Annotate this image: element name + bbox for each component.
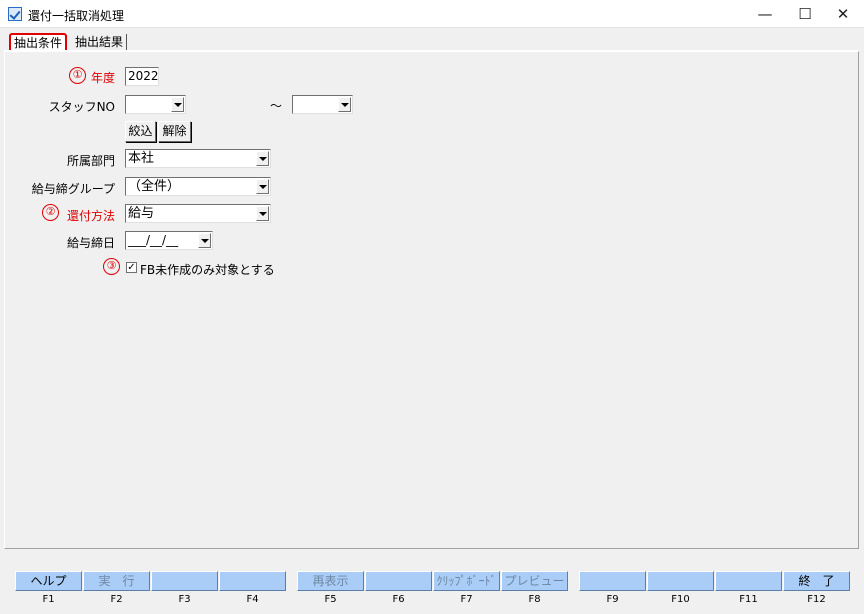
f1-key-label: F1 — [42, 594, 55, 605]
f7-clipboard-button[interactable]: ｸﾘｯﾌﾟﾎﾞｰﾄﾞ — [433, 571, 500, 591]
narrow-button[interactable]: 絞込 — [125, 121, 156, 142]
fb-only-label: FB未作成のみ対象とする — [140, 263, 275, 277]
refund-method-select[interactable]: 給与 — [125, 204, 271, 223]
f12-exit-button[interactable]: 終 了 — [783, 571, 850, 591]
close-button[interactable]: ✕ — [822, 0, 864, 28]
department-select[interactable]: 本社 — [125, 149, 271, 168]
f1-help-button[interactable]: ヘルプ — [15, 571, 82, 591]
staff-no-from-select[interactable] — [125, 95, 186, 114]
payroll-group-label: 給与締グループ — [31, 182, 115, 196]
marker-1: ① — [69, 67, 86, 84]
f5-refresh-button[interactable]: 再表示 — [297, 571, 364, 591]
tab-label: 抽出結果 — [75, 35, 124, 49]
f11-key-label: F11 — [739, 594, 758, 605]
chevron-down-icon[interactable] — [198, 233, 211, 248]
f10-button[interactable] — [647, 571, 714, 591]
maximize-button[interactable]: ☐ — [784, 0, 826, 28]
year-label: 年度 — [90, 71, 115, 85]
payroll-group-value: （全件） — [128, 179, 181, 194]
title-bar: 還付一括取消処理 — ☐ ✕ — [0, 0, 864, 28]
marker-3: ③ — [103, 258, 120, 275]
fb-only-checkbox[interactable]: ✓ — [126, 262, 137, 273]
f9-button[interactable] — [579, 571, 646, 591]
closing-date-picker[interactable]: ___/__/__ — [125, 231, 213, 250]
chevron-down-icon[interactable] — [171, 97, 184, 112]
minimize-button[interactable]: — — [744, 0, 786, 28]
clear-filter-button[interactable]: 解除 — [158, 121, 191, 142]
year-input[interactable]: 2022 — [125, 67, 159, 86]
tab-label: 抽出条件 — [14, 36, 63, 51]
f4-button[interactable] — [219, 571, 286, 591]
f5-key-label: F5 — [324, 594, 337, 605]
payroll-group-select[interactable]: （全件） — [125, 177, 271, 196]
f4-key-label: F4 — [246, 594, 259, 605]
chevron-down-icon[interactable] — [256, 179, 269, 194]
f7-key-label: F7 — [460, 594, 473, 605]
f11-button[interactable] — [715, 571, 782, 591]
refund-method-label: 還付方法 — [66, 209, 115, 223]
staff-no-to-select[interactable] — [292, 95, 353, 114]
f3-button[interactable] — [151, 571, 218, 591]
marker-2: ② — [42, 204, 59, 221]
f9-key-label: F9 — [606, 594, 619, 605]
department-value: 本社 — [128, 151, 155, 166]
f6-button[interactable] — [365, 571, 432, 591]
f10-key-label: F10 — [671, 594, 690, 605]
f2-key-label: F2 — [110, 594, 123, 605]
closing-date-value: ___/__/__ — [128, 233, 179, 247]
f8-preview-button[interactable]: プレビュー — [501, 571, 568, 591]
f3-key-label: F3 — [178, 594, 191, 605]
app-icon — [8, 7, 22, 21]
f8-key-label: F8 — [528, 594, 541, 605]
window-title: 還付一括取消処理 — [28, 9, 125, 23]
department-label: 所属部門 — [66, 154, 115, 168]
f2-execute-button[interactable]: 実 行 — [83, 571, 150, 591]
function-key-bar: ヘルプ 実 行 再表示 ｸﾘｯﾌﾟﾎﾞｰﾄﾞ プレビュー 終 了 F1 F2 F… — [0, 556, 864, 614]
chevron-down-icon[interactable] — [256, 206, 269, 221]
f6-key-label: F6 — [392, 594, 405, 605]
chevron-down-icon[interactable] — [256, 151, 269, 166]
closing-date-label: 給与締日 — [66, 236, 115, 250]
staff-no-label: スタッフNO — [48, 100, 115, 114]
range-tilde: ～ — [270, 99, 283, 113]
refund-method-value: 給与 — [128, 206, 155, 221]
chevron-down-icon[interactable] — [338, 97, 351, 112]
f12-key-label: F12 — [807, 594, 826, 605]
